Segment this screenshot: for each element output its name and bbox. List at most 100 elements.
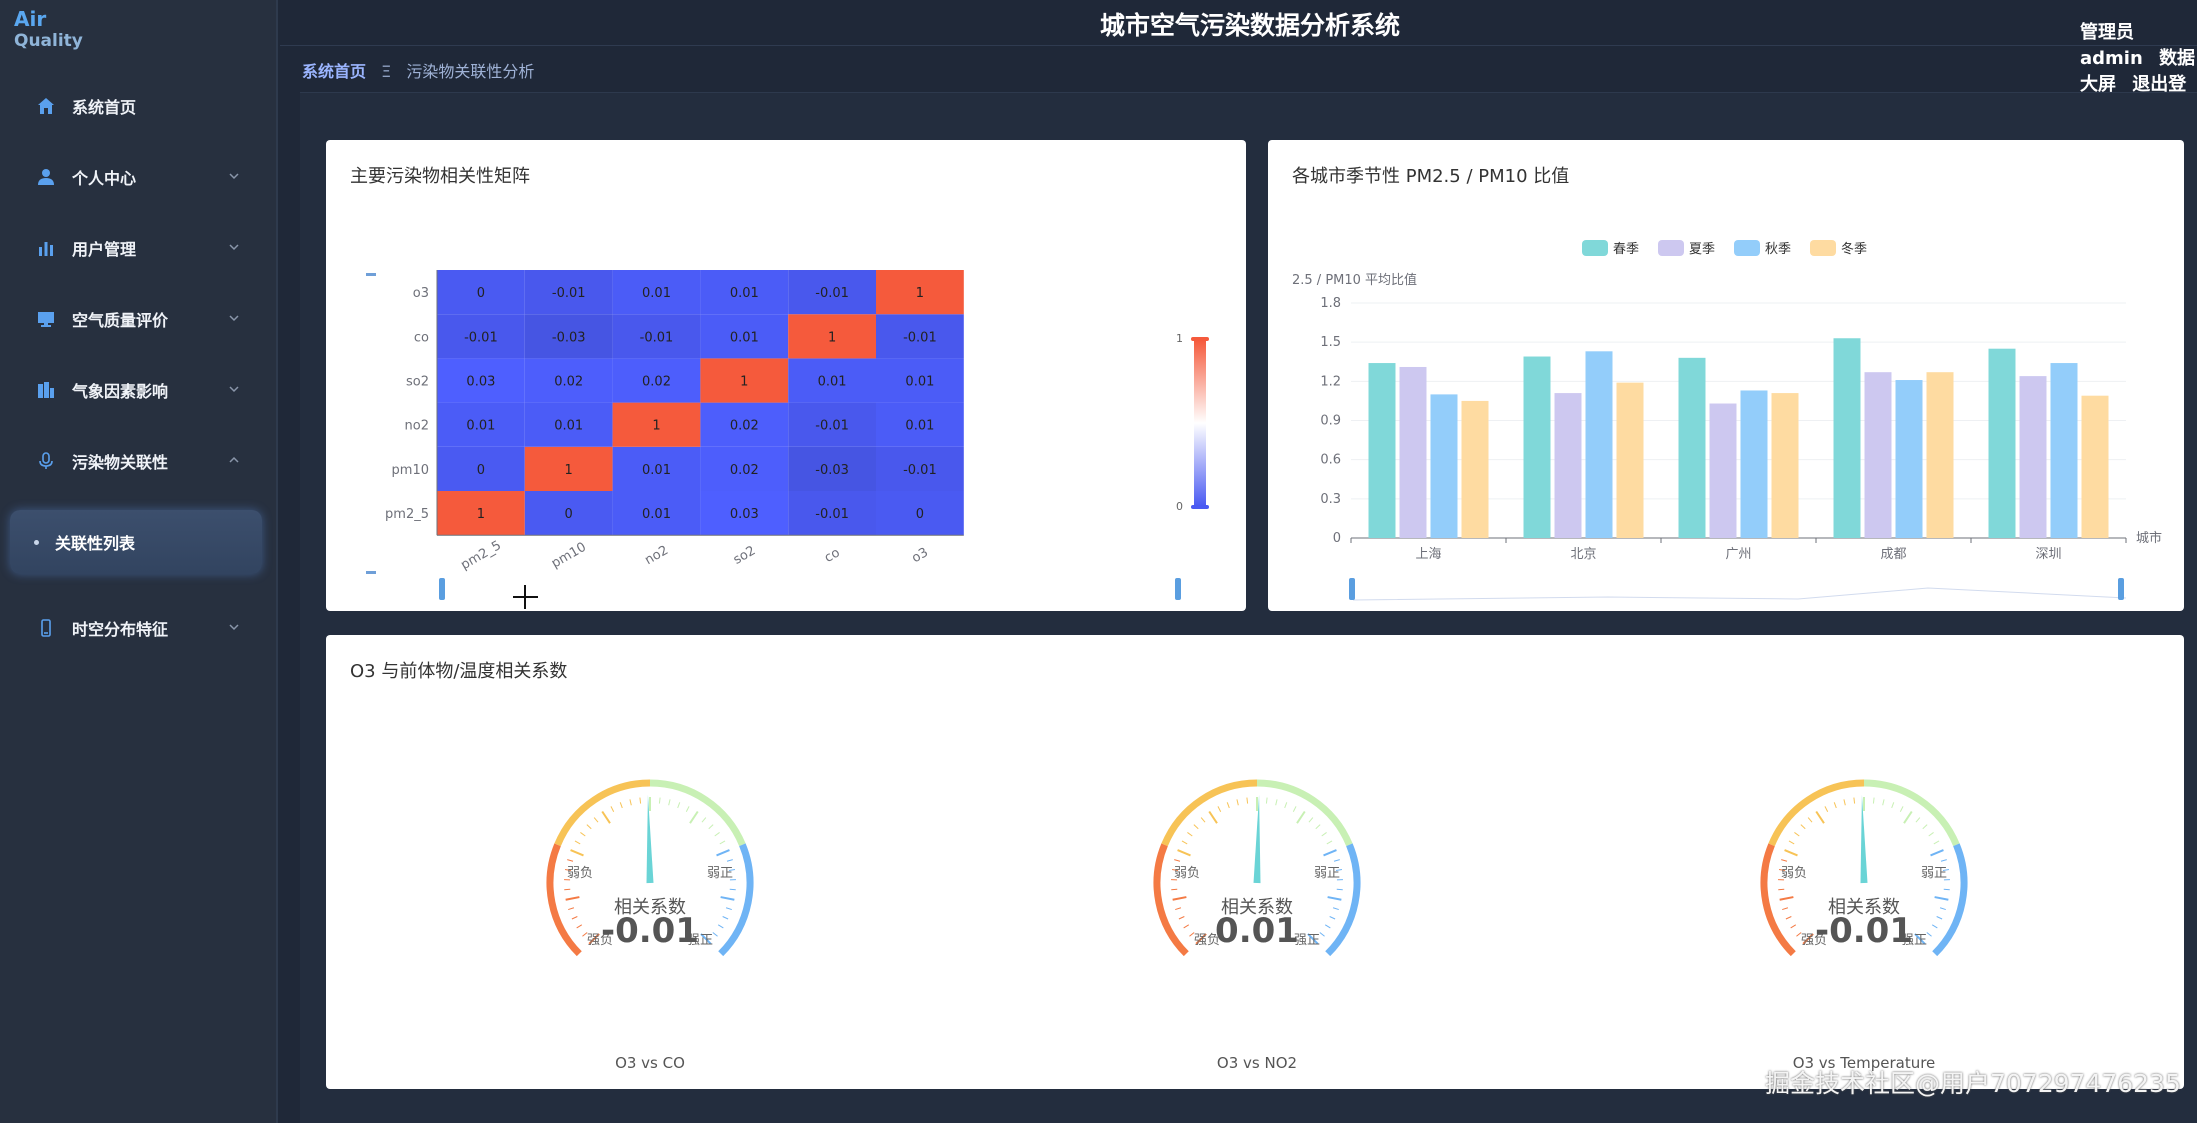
- gauge-arc-segment: [1760, 843, 1796, 957]
- sidebar-item-label: 系统首页: [72, 98, 137, 117]
- gauge-name: O3 vs CO: [615, 1054, 685, 1072]
- microphone-icon: [36, 451, 56, 471]
- gauge-tick: [639, 797, 642, 804]
- gauge-zone-label: 弱正: [707, 866, 733, 881]
- gauge-tick: [719, 840, 726, 845]
- bar-冬季: [2081, 395, 2109, 538]
- gauge-tick: [1794, 832, 1800, 837]
- heatmap-cell-label: 0: [565, 507, 573, 522]
- gauge-tick: [689, 810, 699, 824]
- heatmap-cell-label: 0.02: [554, 375, 583, 390]
- gauge-tick: [708, 824, 714, 830]
- heatmap-y-tick: co: [414, 330, 429, 345]
- heatmap-cell-label: 0: [916, 507, 924, 522]
- sidebar-subitem-label: 关联性列表: [55, 534, 136, 553]
- gauge-zone-label: 弱负: [567, 866, 593, 881]
- heatmap-cell-label: 0.03: [730, 507, 759, 522]
- visualmap-max-label: 1: [1176, 332, 1183, 345]
- heatmap-card: 主要污染物相关性矩阵 1 0 0.01 0.03 -0.01 0 0 1 0.01 0.02 -0.…: [326, 140, 1246, 611]
- gauge-tick: [1323, 849, 1337, 857]
- gauge-tick: [567, 859, 574, 862]
- gauge-tick: [658, 797, 661, 804]
- chevron-down-icon: [229, 624, 239, 631]
- zoom-handle-left: [439, 578, 445, 600]
- gauge-arc-segment: [1932, 843, 1968, 957]
- heatmap-cell-label: -0.01: [903, 330, 937, 345]
- sidebar-item-home[interactable]: 系统首页: [0, 84, 278, 128]
- app-logo[interactable]: Air Quality: [14, 8, 83, 52]
- gauge-tick: [586, 824, 592, 830]
- gauge-tick: [1208, 810, 1218, 824]
- gauge-tick: [1788, 840, 1795, 845]
- zoom-marker-top: [366, 273, 376, 276]
- gauge-tick: [1939, 907, 1946, 911]
- chevron-down-icon: [229, 315, 239, 322]
- bar-y-tick: 0.6: [1320, 453, 1341, 468]
- gauge-zone-label: 弱正: [1314, 866, 1340, 881]
- gauge-tick: [1296, 810, 1306, 824]
- gauge-tick: [1930, 849, 1944, 857]
- legend-label: 春季: [1613, 242, 1639, 257]
- gauge-tick: [714, 832, 720, 837]
- gauge-tick: [1265, 797, 1268, 804]
- sidebar-item-users[interactable]: 用户管理: [0, 226, 278, 270]
- bar-chart[interactable]: 0 0.3 0.6 0.9 1.2 1.5 1.8 2.5 / PM10 平均比值城市上海 北京…: [1268, 140, 2184, 611]
- gauge-chart[interactable]: 强负弱负 弱正强正相关系数-0.01O3 vs CO强负弱负 弱正强正相关系数0.0…: [326, 635, 2184, 1089]
- legend-label: 冬季: [1841, 241, 1867, 257]
- heatmap-cell-label: 1: [565, 463, 573, 478]
- bar-x-tick: 北京: [1570, 547, 1596, 562]
- zoom-handle-left: [1349, 578, 1355, 600]
- bar-x-tick: 深圳: [2035, 547, 2061, 562]
- heatmap-cell-label: 0: [477, 286, 485, 301]
- phone-icon: [36, 618, 56, 638]
- datazoom-track: [1352, 587, 2127, 601]
- zoom-marker-bottom: [366, 571, 376, 574]
- heatmap-cell-label: -0.01: [464, 330, 498, 345]
- sidebar-item-spatiotemporal[interactable]: 时空分布特征: [0, 606, 278, 650]
- gauge-arc-segment: [1325, 843, 1361, 957]
- gauge-tick: [1940, 859, 1947, 862]
- breadcrumb-separator: Ξ: [381, 62, 392, 81]
- sidebar-item-profile[interactable]: 个人中心: [0, 155, 278, 199]
- heatmap-x-tick: no2: [642, 543, 671, 568]
- visualmap-handle-top: [1191, 337, 1209, 341]
- bar-夏季: [2019, 376, 2047, 538]
- bar-秋季: [1430, 394, 1458, 538]
- gauge-tick: [701, 817, 707, 823]
- sidebar-subitem-correlation-list[interactable]: 关联性列表: [10, 510, 262, 574]
- gauge-tick: [1332, 907, 1339, 911]
- heatmap-y-tick: pm2_5: [385, 507, 429, 522]
- gauge-tick: [720, 896, 735, 901]
- gauge-tick: [619, 802, 623, 809]
- sidebar-item-air-quality[interactable]: 空气质量评价: [0, 297, 278, 341]
- gauge-arc-segment: [718, 843, 754, 957]
- gauge-arc-segment: [1153, 843, 1189, 957]
- bar-冬季: [1926, 372, 1954, 538]
- chevron-down-icon: [229, 173, 239, 180]
- gauge-zone-label: 弱正: [1921, 866, 1947, 881]
- breadcrumb-home[interactable]: 系统首页: [302, 62, 366, 81]
- building-icon: [36, 380, 56, 400]
- legend-label: 秋季: [1765, 242, 1791, 257]
- bar-夏季: [1709, 403, 1737, 538]
- heatmap-chart[interactable]: 1 0 0.01 0.03 -0.01 0 0 1 0.01 0.02 -0.03 -0.01 0.01…: [326, 140, 1246, 611]
- sidebar-item-label: 空气质量评价: [72, 311, 169, 330]
- sidebar-item-label: 时空分布特征: [72, 620, 169, 639]
- sidebar-item-correlation[interactable]: 污染物关联性: [0, 439, 278, 483]
- zoom-handle-right: [2118, 578, 2124, 600]
- home-icon: [36, 96, 56, 116]
- heatmap-cell-label: -0.01: [552, 286, 586, 301]
- bar-x-tick: 成都: [1880, 547, 1906, 562]
- gauge-tick: [1922, 824, 1928, 830]
- heatmap-cell-label: 0.01: [730, 286, 759, 301]
- admin-user-link[interactable]: 管理员 admin: [2080, 22, 2143, 69]
- gauge-tick: [570, 849, 584, 857]
- sidebar-item-weather[interactable]: 气象因素影响: [0, 368, 278, 412]
- legend-label: 夏季: [1689, 242, 1715, 257]
- top-header: 城市空气污染数据分析系统 管理员 admin 数据大屏 退出登录: [280, 0, 2197, 121]
- user-icon: [36, 167, 56, 187]
- gauge-tick: [722, 916, 729, 920]
- bar-y-tick: 1.5: [1320, 335, 1341, 350]
- bar-秋季: [1740, 390, 1768, 538]
- logo-line2: Quality: [14, 31, 83, 51]
